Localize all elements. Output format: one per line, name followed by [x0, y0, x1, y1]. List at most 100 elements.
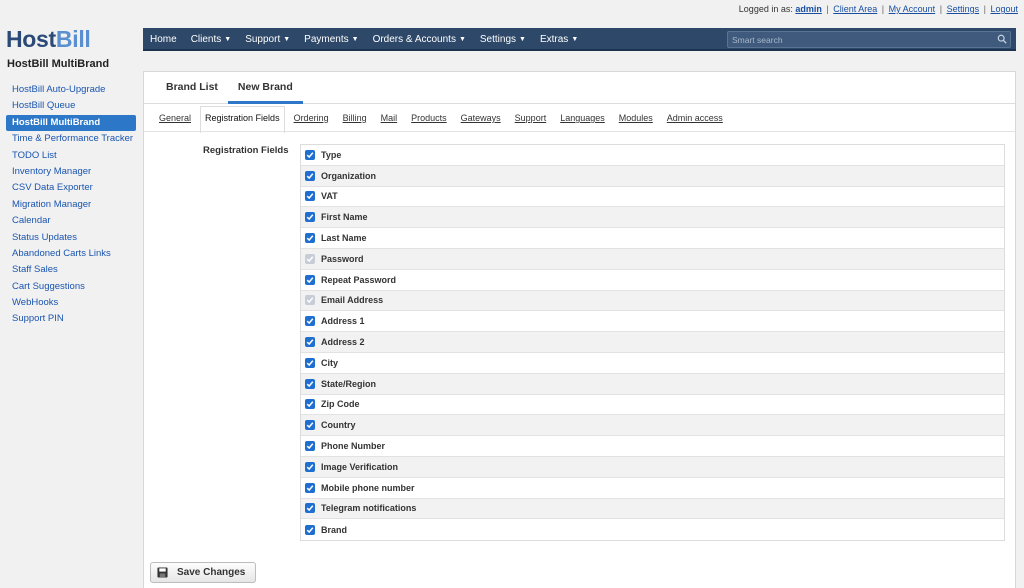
subtab-languages[interactable]: Languages [560, 112, 605, 124]
separator: | [826, 4, 829, 14]
registration-field-row: First Name [301, 207, 1004, 229]
registration-field-row: VAT [301, 187, 1004, 208]
registration-fields-list: Type Organization VAT First Name Last Name Pa… [300, 144, 1005, 542]
field-label: State/Region [321, 378, 377, 389]
sidebar-item-cart-suggestions[interactable]: Cart Suggestions [6, 279, 136, 295]
checkmark-icon [306, 152, 314, 158]
registration-field-row: Phone Number [301, 436, 1004, 457]
checkmark-icon [306, 422, 314, 429]
client-area-link[interactable]: Client Area [833, 4, 877, 14]
checkmark-icon [306, 484, 314, 491]
sidebar-item-multibrand[interactable]: HostBill MultiBrand [6, 114, 136, 132]
checkbox[interactable] [305, 441, 315, 452]
checkbox[interactable] [305, 274, 315, 285]
subtab-admin-access[interactable]: Admin access [667, 112, 723, 124]
nav-support[interactable]: Support ▼ [238, 28, 297, 51]
sidebar-item-queue[interactable]: HostBill Queue [6, 98, 136, 114]
subtab-ordering[interactable]: Ordering [294, 112, 329, 124]
registration-field-row: City [301, 353, 1004, 374]
subtab-general[interactable]: General [159, 112, 191, 124]
nav-clients[interactable]: Clients ▼ [184, 28, 239, 51]
checkbox[interactable] [305, 357, 315, 368]
checkbox[interactable] [305, 482, 315, 493]
logout-link[interactable]: Logout [990, 4, 1018, 14]
checkbox[interactable] [305, 399, 315, 410]
tab-brand-list[interactable]: Brand List [156, 72, 228, 104]
sidebar-item-abandoned-carts[interactable]: Abandoned Carts Links [6, 246, 136, 262]
user-link[interactable]: admin [795, 4, 822, 14]
checkmark-icon [306, 297, 314, 304]
sidebar-item-status-updates[interactable]: Status Updates [6, 230, 136, 246]
registration-field-row: State/Region [301, 373, 1004, 395]
checkbox[interactable] [305, 524, 315, 535]
sidebar-item-auto-upgrade[interactable]: HostBill Auto-Upgrade [6, 82, 136, 98]
subtab-mail[interactable]: Mail [381, 112, 398, 124]
main-navbar: Home Clients ▼ Support ▼ Payments ▼ Orders … [143, 28, 1016, 51]
field-label: Organization [321, 170, 377, 181]
logo-bill: Bill [55, 26, 91, 52]
sidebar-item-inventory[interactable]: Inventory Manager [6, 164, 136, 180]
subtab-gateways[interactable]: Gateways [461, 112, 501, 124]
checkmark-icon [306, 443, 314, 450]
nav-home[interactable]: Home [143, 28, 184, 51]
field-label: Zip Code [321, 399, 360, 410]
subtab-products[interactable]: Products [411, 112, 447, 124]
sidebar-item-time-tracker[interactable]: Time & Performance Tracker [6, 131, 136, 147]
sidebar-item-calendar[interactable]: Calendar [6, 213, 136, 229]
brand-subtabs: General Registration Fields Ordering Bil… [144, 104, 1015, 133]
sidebar-item-staff-sales[interactable]: Staff Sales [6, 262, 136, 278]
checkbox[interactable] [305, 170, 315, 181]
registration-field-row: Organization [301, 165, 1004, 187]
registration-field-row: Country [301, 415, 1004, 437]
field-label: VAT [321, 191, 338, 202]
separator: | [881, 4, 885, 14]
checkbox[interactable] [305, 461, 315, 472]
field-label: Telegram notifications [321, 503, 417, 514]
checkbox[interactable] [305, 191, 315, 202]
save-changes-button[interactable]: Save Changes [150, 562, 256, 583]
checkbox[interactable] [305, 149, 315, 160]
nav-extras[interactable]: Extras ▼ [533, 28, 585, 51]
nav-extras-label: Extras [539, 34, 569, 45]
nav-payments[interactable]: Payments ▼ [297, 28, 365, 51]
search-icon[interactable] [997, 34, 1007, 44]
field-label: Repeat Password [321, 274, 397, 285]
settings-link[interactable]: Settings [947, 4, 980, 14]
module-title: HostBill MultiBrand [7, 58, 110, 70]
smart-search-input[interactable] [728, 32, 988, 47]
field-label: Last Name [321, 233, 367, 244]
tab-new-brand[interactable]: New Brand [227, 72, 303, 104]
checkmark-icon [306, 505, 314, 512]
hostbill-logo[interactable]: HostBill [6, 26, 91, 53]
checkbox[interactable] [305, 233, 315, 244]
logo-host: Host [6, 26, 56, 52]
checkbox[interactable] [305, 316, 315, 327]
checkbox[interactable] [305, 420, 315, 431]
nav-settings[interactable]: Settings ▼ [473, 28, 533, 51]
field-label: Address 1 [321, 316, 365, 327]
my-account-link[interactable]: My Account [889, 4, 936, 14]
checkbox[interactable] [305, 378, 315, 389]
registration-field-row: Image Verification [301, 456, 1004, 478]
sidebar-item-csv-exporter[interactable]: CSV Data Exporter [6, 180, 136, 196]
subtab-registration-fields[interactable]: Registration Fields [200, 106, 285, 133]
separator: | [983, 4, 986, 14]
subtab-modules[interactable]: Modules [619, 112, 653, 124]
checkmark-icon [306, 339, 314, 346]
checkmark-icon [306, 380, 314, 387]
sidebar-item-support-pin[interactable]: Support PIN [6, 311, 136, 327]
caret-down-icon: ▼ [283, 36, 291, 43]
checkbox[interactable] [305, 503, 315, 514]
registration-field-row: Repeat Password [301, 270, 1004, 291]
caret-down-icon: ▼ [224, 36, 232, 43]
field-label: Type [321, 149, 342, 160]
subtab-support[interactable]: Support [515, 112, 547, 124]
sidebar-item-todo[interactable]: TODO List [6, 148, 136, 164]
checkmark-icon [306, 193, 314, 200]
subtab-billing[interactable]: Billing [343, 112, 367, 124]
checkbox[interactable] [305, 337, 315, 348]
checkbox[interactable] [305, 212, 315, 223]
nav-orders-accounts[interactable]: Orders & Accounts ▼ [366, 28, 473, 51]
sidebar-item-webhooks[interactable]: WebHooks [6, 295, 136, 311]
sidebar-item-migration[interactable]: Migration Manager [6, 197, 136, 213]
